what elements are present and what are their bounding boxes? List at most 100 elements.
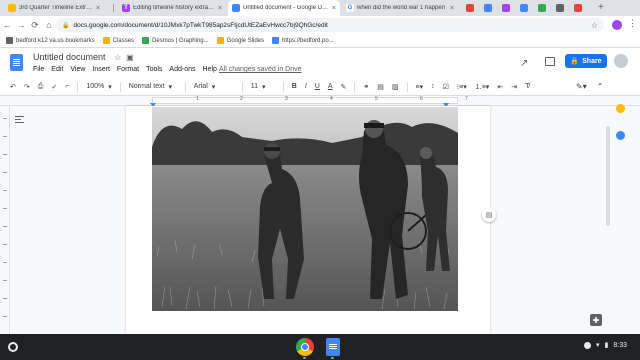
bookmark-desmos[interactable]: Desmos | Graphing...: [142, 37, 209, 44]
tab-pinned-7[interactable]: [570, 0, 586, 16]
ruler-tick: [3, 118, 7, 119]
tab-close-icon[interactable]: ×: [96, 5, 100, 12]
clock: 8:33: [613, 341, 627, 349]
keep-icon[interactable]: [616, 104, 625, 113]
editing-mode-icon[interactable]: ✎▾: [576, 82, 587, 91]
activity-trend-icon[interactable]: ↗: [520, 58, 528, 69]
tab-untitled-document[interactable]: Untitled document - Google Docs ×: [228, 0, 340, 16]
bold-button[interactable]: B: [292, 83, 297, 90]
new-tab-icon[interactable]: +: [598, 2, 604, 13]
menu-file[interactable]: File: [33, 66, 44, 73]
side-panel-icons: [616, 104, 625, 140]
font-size-select[interactable]: 11 ▾: [251, 83, 275, 91]
bookmark-google-slides[interactable]: Google Slides: [216, 37, 264, 44]
link-icon[interactable]: ⚭: [363, 83, 369, 91]
profile-icon[interactable]: [612, 20, 622, 30]
numbered-list-icon[interactable]: ⒈≡▾: [475, 82, 490, 92]
share-button[interactable]: 🔒 Share: [565, 54, 607, 68]
url-bar[interactable]: 🔒 docs.google.com/document/d/10JMxk7pTwk…: [56, 18, 604, 32]
tab-timeline-extra-credit[interactable]: 3rd Quarter Timeline Extra Credit ×: [4, 0, 104, 16]
underline-button[interactable]: U: [315, 83, 320, 90]
bookmark-bedford-k12[interactable]: bedford k12 va.us bookmarks: [6, 37, 95, 44]
clear-formatting-icon[interactable]: T̸: [525, 83, 529, 90]
explore-icon[interactable]: ✚: [590, 314, 602, 326]
undo-icon[interactable]: ↶: [10, 83, 16, 91]
bookmark-bedford-portal[interactable]: https://bedford.po...: [272, 37, 334, 44]
inserted-photo[interactable]: [152, 107, 458, 311]
print-icon[interactable]: ⎙: [38, 83, 44, 91]
vertical-scrollbar[interactable]: [606, 126, 610, 226]
tab-pinned-3[interactable]: [498, 0, 514, 16]
paint-format-icon[interactable]: ⌐: [65, 83, 69, 90]
menu-addons[interactable]: Add-ons: [169, 66, 195, 73]
style-select[interactable]: Normal text ▾: [129, 83, 177, 91]
reload-icon[interactable]: ⟳: [28, 20, 42, 31]
tab-close-icon[interactable]: ×: [450, 5, 454, 12]
vertical-ruler: [0, 106, 10, 334]
align-icon[interactable]: ≡▾: [416, 83, 424, 91]
checklist-icon[interactable]: ☑: [443, 83, 449, 91]
tab-close-icon[interactable]: ×: [332, 5, 336, 12]
font-size-value: 11: [250, 83, 259, 90]
tab-pinned-4[interactable]: [516, 0, 532, 16]
tab-favicon: T: [122, 4, 130, 12]
bulleted-list-icon[interactable]: ⁝≡▾: [457, 83, 467, 91]
tab-close-icon[interactable]: ×: [218, 5, 222, 12]
menu-edit[interactable]: Edit: [51, 66, 63, 73]
battery-icon: ▮: [604, 342, 609, 349]
running-indicator: [331, 357, 334, 359]
tab-pinned-2[interactable]: [480, 0, 496, 16]
redo-icon[interactable]: ↷: [24, 83, 30, 91]
toolbar-divider: [119, 81, 121, 92]
browser-menu-icon[interactable]: ⋮: [628, 18, 637, 29]
highlight-icon[interactable]: ✎: [341, 83, 347, 91]
tab-favicon: [232, 4, 240, 12]
avatar[interactable]: [614, 54, 628, 68]
move-folder-icon[interactable]: ▣: [126, 53, 134, 62]
insert-image-icon[interactable]: ▨: [392, 83, 399, 91]
comments-icon[interactable]: [545, 57, 555, 66]
star-icon[interactable]: ☆: [114, 53, 121, 62]
home-icon[interactable]: ⌂: [42, 20, 56, 30]
decrease-indent-icon[interactable]: ⇤: [497, 83, 503, 91]
tasks-icon[interactable]: [616, 131, 625, 140]
bookmark-star-icon[interactable]: ☆: [591, 21, 598, 30]
menu-view[interactable]: View: [70, 66, 85, 73]
text-color-button[interactable]: A: [328, 83, 333, 90]
tab-pinned-5[interactable]: [534, 0, 550, 16]
tab-search-ww1[interactable]: G when did the world war 1 happen ×: [342, 0, 458, 16]
zoom-select[interactable]: 100% ▾: [86, 83, 111, 91]
document-title[interactable]: Untitled document: [33, 52, 106, 62]
collapse-menus-icon[interactable]: ⌃: [597, 82, 604, 91]
forward-icon[interactable]: →: [14, 20, 28, 30]
line-spacing-icon[interactable]: ↕: [431, 83, 435, 90]
toolbar-divider: [282, 81, 284, 92]
font-select[interactable]: Arial ▾: [194, 83, 234, 91]
tab-favicon: [538, 4, 546, 12]
tab-pinned-1[interactable]: [462, 0, 478, 16]
status-tray[interactable]: ▾ ▮ 8:33: [584, 341, 627, 349]
increase-indent-icon[interactable]: ⇥: [511, 83, 517, 91]
save-status[interactable]: All changes saved in Drive: [219, 66, 302, 73]
tab-favicon: G: [346, 4, 354, 12]
docs-home-icon[interactable]: [10, 54, 23, 71]
launcher-icon[interactable]: [8, 342, 18, 352]
menu-format[interactable]: Format: [117, 66, 139, 73]
tab-editing-timeline[interactable]: T Editing timeline history extra cre ×: [118, 0, 226, 16]
menu-tools[interactable]: Tools: [146, 66, 162, 73]
chevron-down-icon: ▾: [108, 83, 112, 91]
document-outline-icon[interactable]: [15, 116, 24, 126]
menu-insert[interactable]: Insert: [92, 66, 110, 73]
ruler-tick: [3, 136, 7, 137]
italic-button[interactable]: I: [305, 83, 307, 90]
tab-pinned-6[interactable]: [552, 0, 568, 16]
add-comment-float-icon[interactable]: ▤: [482, 208, 496, 222]
menu-help[interactable]: Help: [203, 66, 217, 73]
spellcheck-icon[interactable]: ✓: [51, 83, 57, 91]
bookmark-classes[interactable]: Classes: [102, 37, 134, 44]
back-icon[interactable]: ←: [0, 20, 14, 30]
add-comment-icon[interactable]: ▤: [377, 83, 384, 91]
photo-illustration: [152, 107, 458, 311]
chrome-app-icon[interactable]: [296, 338, 314, 356]
docs-app-icon[interactable]: [326, 338, 340, 356]
